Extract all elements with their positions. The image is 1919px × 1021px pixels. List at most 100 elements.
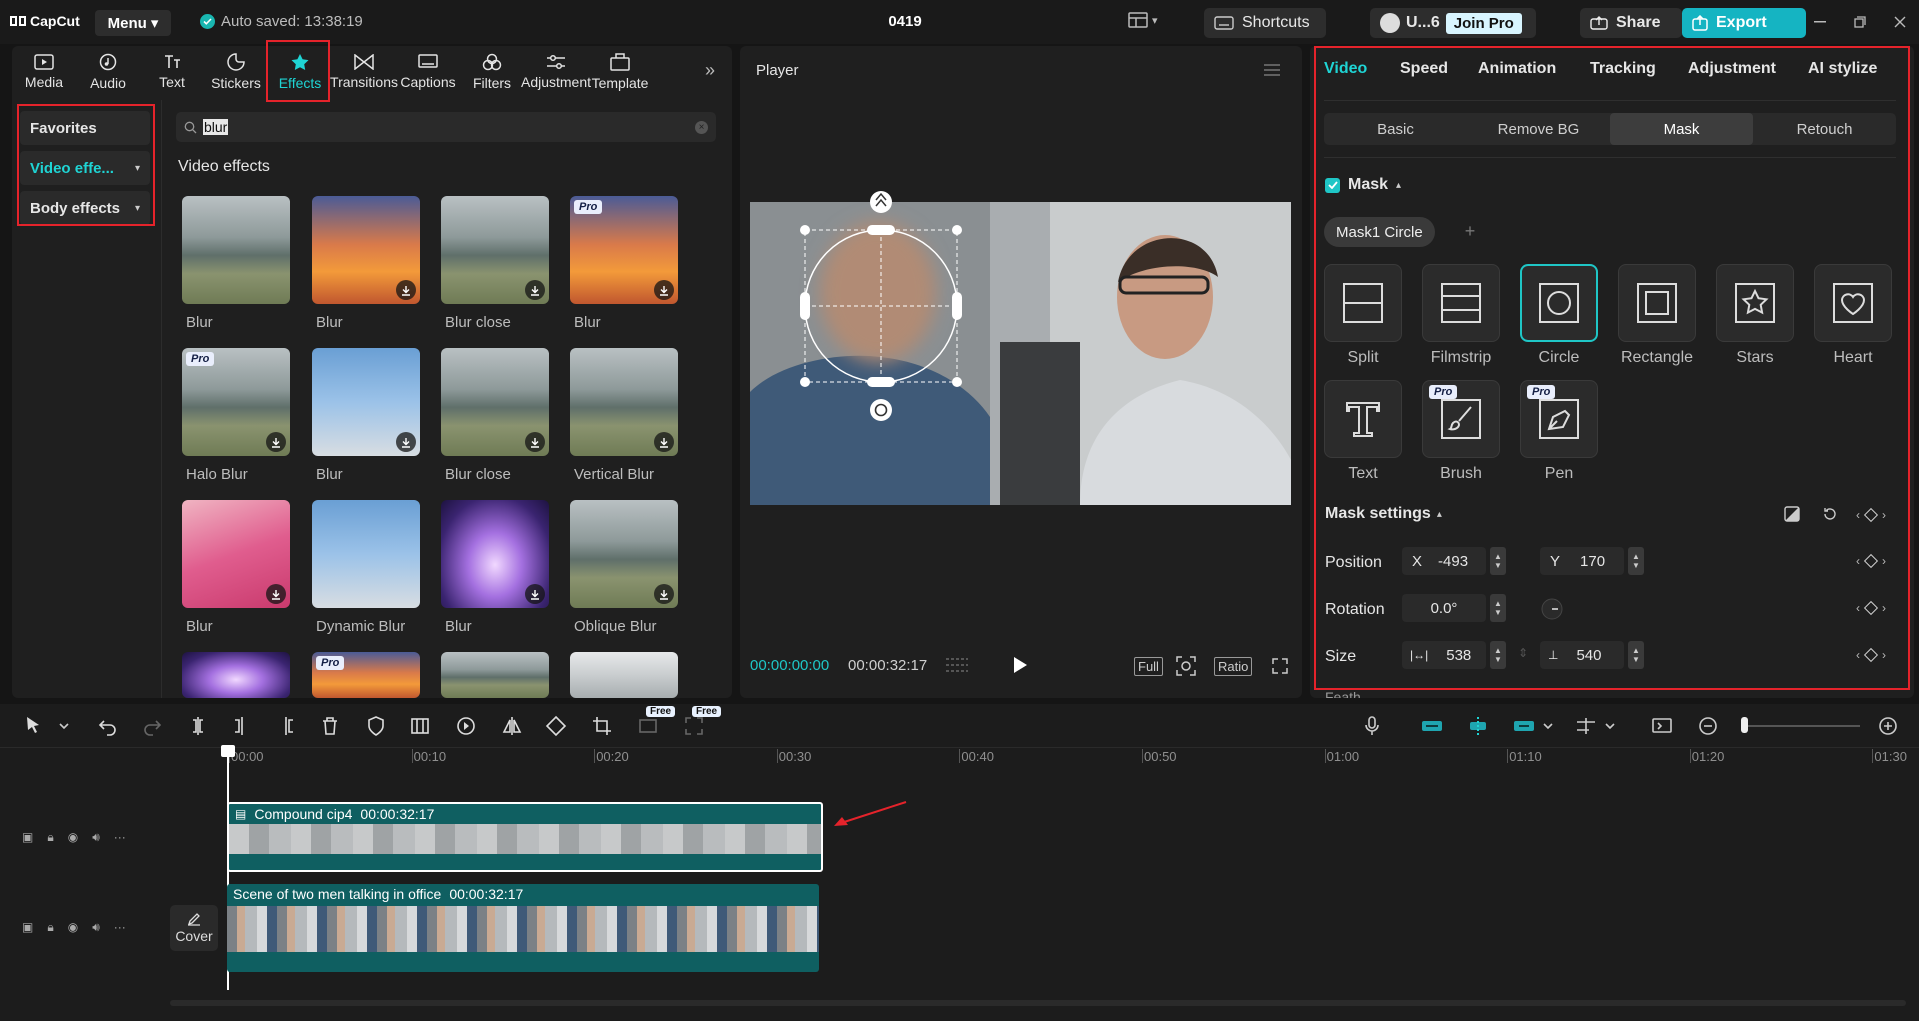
cover-button[interactable]: Cover: [170, 905, 218, 951]
screenshot-button[interactable]: [1176, 654, 1196, 678]
track-type-icon[interactable]: ▣: [22, 830, 33, 845]
effect-thumbnail[interactable]: [312, 196, 420, 304]
effect-thumbnail[interactable]: [441, 652, 549, 698]
timeline-scrollbar[interactable]: [170, 1000, 1906, 1006]
tab-template[interactable]: Template: [588, 46, 652, 98]
effect-thumbnail[interactable]: [441, 196, 549, 304]
download-icon[interactable]: [266, 584, 286, 604]
track-type-icon[interactable]: ▣: [22, 920, 33, 935]
shortcuts-button[interactable]: Shortcuts: [1204, 8, 1326, 38]
download-icon[interactable]: [654, 584, 674, 604]
effect-thumbnail[interactable]: Pro: [182, 348, 290, 456]
more-icon[interactable]: ···: [114, 920, 126, 935]
microphone-icon[interactable]: [1360, 714, 1384, 738]
download-icon[interactable]: [266, 432, 286, 452]
zoom-out-icon[interactable]: [1696, 714, 1720, 738]
effect-thumbnail[interactable]: Pro: [570, 196, 678, 304]
download-icon[interactable]: [525, 584, 545, 604]
search-input[interactable]: blur ×: [176, 112, 716, 142]
auto-caption-icon[interactable]: [636, 714, 660, 738]
effect-thumbnail[interactable]: [570, 500, 678, 608]
layout-switch[interactable]: ▾: [1128, 12, 1158, 28]
ratio-button[interactable]: Ratio: [1214, 654, 1253, 678]
tab-stickers[interactable]: Stickers: [204, 46, 268, 98]
download-icon[interactable]: [525, 280, 545, 300]
join-pro-badge[interactable]: Join Pro: [1445, 12, 1522, 34]
restore-button[interactable]: [1846, 10, 1874, 34]
video-clip[interactable]: Scene of two men talking in office 00:00…: [227, 884, 819, 972]
tab-text[interactable]: Text: [140, 46, 204, 98]
mirror-icon[interactable]: [500, 714, 524, 738]
freeze-icon[interactable]: [408, 714, 432, 738]
select-tool-icon[interactable]: [22, 714, 46, 738]
playhead-handle[interactable]: [221, 745, 235, 757]
clear-search-icon[interactable]: ×: [695, 120, 708, 134]
zoom-in-icon[interactable]: [1876, 714, 1900, 738]
tab-captions[interactable]: Captions: [396, 46, 460, 98]
download-icon[interactable]: [396, 280, 416, 300]
effect-thumbnail[interactable]: [312, 348, 420, 456]
timecode-list-icon[interactable]: [944, 656, 970, 674]
shield-icon[interactable]: [364, 714, 388, 738]
tab-media[interactable]: Media: [12, 46, 76, 98]
effect-thumbnail[interactable]: [312, 500, 420, 608]
auto-snap-icon[interactable]: [1466, 714, 1490, 738]
effect-thumbnail[interactable]: [570, 652, 678, 698]
effect-thumbnail[interactable]: [182, 500, 290, 608]
compound-clip[interactable]: ▤ Compound cip4 00:00:32:17: [227, 802, 823, 872]
split-left-icon[interactable]: [230, 714, 254, 738]
undo-icon[interactable]: [96, 714, 120, 738]
effect-thumbnail[interactable]: Pro: [312, 652, 420, 698]
more-tools-icon[interactable]: »: [705, 60, 715, 81]
eye-icon[interactable]: ◉: [68, 920, 78, 935]
tab-filters[interactable]: Filters: [460, 46, 524, 98]
delete-icon[interactable]: [318, 714, 342, 738]
more-icon[interactable]: ···: [114, 830, 126, 845]
redo-icon[interactable]: [140, 714, 164, 738]
screen-fit-icon[interactable]: [1650, 714, 1674, 738]
crop-icon[interactable]: [590, 714, 614, 738]
download-icon[interactable]: [396, 432, 416, 452]
effect-thumbnail[interactable]: [182, 196, 290, 304]
main-track-magnet-icon[interactable]: [1420, 714, 1444, 738]
tab-audio[interactable]: Audio: [76, 46, 140, 98]
volume-icon[interactable]: 🔊︎: [92, 830, 100, 845]
project-title[interactable]: 0419: [860, 13, 950, 30]
chevron-down-icon[interactable]: [1598, 714, 1622, 738]
close-button[interactable]: [1886, 10, 1914, 34]
export-button[interactable]: Export: [1682, 8, 1806, 38]
smart-crop-icon[interactable]: [682, 714, 706, 738]
rotate-icon[interactable]: [544, 714, 568, 738]
play-circle-icon[interactable]: [454, 714, 478, 738]
download-icon[interactable]: [525, 432, 545, 452]
volume-icon[interactable]: 🔊︎: [92, 920, 100, 935]
download-icon[interactable]: [654, 432, 674, 452]
lock-icon[interactable]: 🔒︎: [47, 830, 53, 845]
chevron-down-icon[interactable]: [1536, 714, 1560, 738]
minimize-button[interactable]: [1806, 10, 1834, 34]
tab-transitions[interactable]: Transitions: [330, 46, 398, 98]
effects-scrollbar[interactable]: [728, 100, 732, 680]
full-button[interactable]: Full: [1134, 654, 1163, 678]
zoom-slider-handle[interactable]: [1741, 717, 1748, 733]
player-menu-icon[interactable]: [1264, 64, 1280, 76]
mask-overlay[interactable]: [750, 186, 970, 426]
tab-adjustment[interactable]: Adjustment: [521, 46, 591, 98]
share-button[interactable]: Share: [1580, 8, 1682, 38]
account-button[interactable]: U...6 Join Pro: [1370, 8, 1536, 38]
fullscreen-button[interactable]: [1272, 654, 1288, 678]
download-icon[interactable]: [654, 280, 674, 300]
eye-icon[interactable]: ◉: [68, 830, 78, 845]
chevron-down-icon[interactable]: [52, 714, 76, 738]
zoom-slider[interactable]: [1744, 725, 1860, 727]
split-icon[interactable]: [186, 714, 210, 738]
preview-axis-icon[interactable]: [1574, 714, 1598, 738]
menu-button[interactable]: Menu ▾: [95, 10, 171, 36]
effect-thumbnail[interactable]: [182, 652, 290, 698]
effect-thumbnail[interactable]: [441, 348, 549, 456]
lock-icon[interactable]: 🔒︎: [47, 920, 53, 935]
effect-thumbnail[interactable]: [441, 500, 549, 608]
split-right-icon[interactable]: [274, 714, 298, 738]
effect-thumbnail[interactable]: [570, 348, 678, 456]
link-icon[interactable]: [1512, 714, 1536, 738]
